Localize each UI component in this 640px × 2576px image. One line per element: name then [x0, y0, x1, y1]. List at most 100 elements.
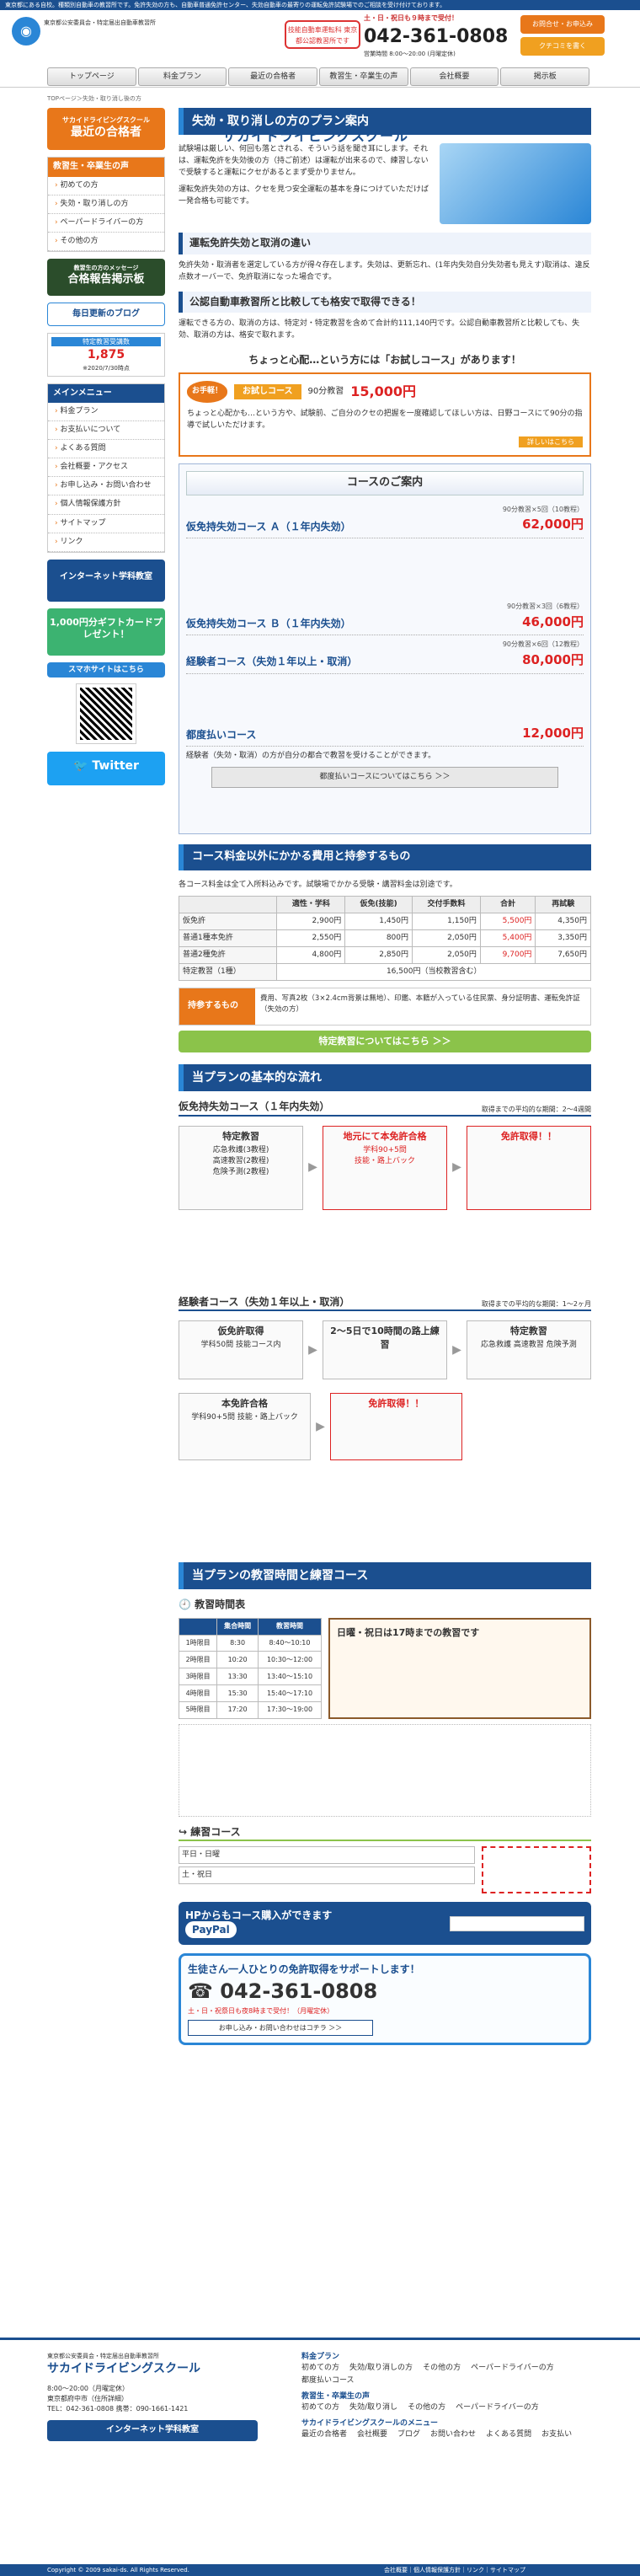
- footer-link[interactable]: 会社概要: [357, 2429, 387, 2440]
- footer-link[interactable]: 初めての方: [301, 2363, 339, 2374]
- sched-th: 集合時間: [216, 1617, 259, 1636]
- clock-icon: 🕘: [179, 1599, 191, 1611]
- apply-button[interactable]: お問合せ・お申込み: [520, 15, 605, 34]
- flow-b-steps-2: 本免許合格 学科90+5問 技能・路上バック ▶ 免許取得！！: [179, 1389, 591, 1465]
- phone-number[interactable]: 042-361-0808: [364, 24, 515, 51]
- menu-item-payment[interactable]: お支払いについて: [48, 421, 164, 441]
- menu-item-contact[interactable]: お申し込み・お問い合わせ: [48, 477, 164, 496]
- review-button[interactable]: クチコミを書く: [520, 37, 605, 56]
- footer-link[interactable]: 失効/取り消しの方: [349, 2363, 413, 2374]
- nav-passers[interactable]: 最近の合格者: [228, 67, 318, 86]
- net-classroom-banner[interactable]: インターネット学科教室: [47, 559, 165, 602]
- nav-top[interactable]: トップページ: [47, 67, 136, 86]
- flow-step: 地元にて本免許合格 学科90+5問 技能・路上バック: [322, 1125, 448, 1210]
- passers-banner[interactable]: サカイドライビングスクール 最近の合格者: [47, 108, 165, 150]
- menu-item-sitemap[interactable]: サイトマップ: [48, 515, 164, 533]
- trial-link[interactable]: 詳しいはこちら: [519, 436, 583, 447]
- bring-box: 持参するもの 費用、写真2枚（3×2.4cm背景は無地）、印鑑、本籍が入っている…: [179, 988, 591, 1026]
- schedule-table: 集合時間 教習時間 1時限目 8:30 8:40～10:10 2時限目 10:20 10:…: [178, 1617, 323, 1719]
- site-logo[interactable]: 東京都公安委員会・特定届出自動車教習所 サカイドライビングスクール: [44, 19, 408, 144]
- fees-cell: 9,700円: [479, 946, 536, 965]
- fees-cell: 4,800円: [276, 946, 346, 965]
- voices-item-paper[interactable]: ペーパードライバーの方: [48, 214, 164, 233]
- contact-banner-button[interactable]: お申し込み・お問い合わせはコチラ ＞＞: [188, 2019, 373, 2037]
- footer-link[interactable]: 最近の合格者: [301, 2429, 347, 2440]
- footer-tel: TEL：042-361-0808 携帯：090-1661-1421: [47, 2404, 189, 2413]
- menu-item-privacy[interactable]: 個人情報保護方針: [48, 495, 164, 515]
- sched-cell: 15:30: [216, 1684, 259, 1702]
- nav-board[interactable]: 掲示板: [500, 67, 590, 86]
- flow-a-notes: [179, 1219, 591, 1295]
- footer-link[interactable]: その他の方: [423, 2363, 461, 2374]
- voices-item-other[interactable]: その他の方: [48, 233, 164, 251]
- menu-item-faq[interactable]: よくある質問: [48, 440, 164, 459]
- plan-d: 都度払いコース 12,000円: [186, 721, 584, 747]
- board-banner[interactable]: 教習生の方のメッセージ 合格報告掲示板: [47, 258, 165, 296]
- trial-price: 15,000円: [350, 383, 416, 400]
- blog-banner[interactable]: 毎日更新のブログ: [47, 302, 165, 326]
- nav-plan[interactable]: 料金プラン: [137, 67, 227, 86]
- plan-b: 仮免持失効コース Ｂ（１年内失効） 90分教習×3回（6教程） 46,000円: [186, 597, 584, 636]
- schedule-notes: [179, 1723, 591, 1817]
- nav-company[interactable]: 会社概要: [409, 67, 499, 86]
- copyright-bar: Copyright © 2009 sakai-ds. All Rights Re…: [0, 2564, 640, 2576]
- footer-link[interactable]: ペーパードライバーの方: [456, 2402, 539, 2413]
- fees-th: 再試験: [535, 896, 591, 914]
- breadcrumb[interactable]: TOPページ＞失効・取り消し後の方: [47, 94, 141, 103]
- footer-link[interactable]: その他の方: [408, 2402, 445, 2413]
- contact-banner-phone[interactable]: ☎ 042-361-0808: [188, 1977, 582, 2006]
- site-header: 東京都にある自校。種類別自動車の教習所です。免許失効の方も、自動車普通免許センタ…: [0, 0, 640, 144]
- footer-link[interactable]: よくある質問: [486, 2429, 531, 2440]
- nav-voices[interactable]: 教習生・卒業生の声: [319, 67, 408, 86]
- twitter-icon: 🐦: [73, 758, 88, 773]
- voices-item-expired[interactable]: 失効・取り消しの方: [48, 195, 164, 214]
- intro-block: 試験場は厳しい、何回も落とされる、そういう話を聞き耳にします。それは、運転免許を…: [179, 143, 591, 225]
- sched-cell: 13:30: [216, 1668, 259, 1685]
- fees-th: [178, 896, 278, 914]
- footer-link[interactable]: ペーパードライバーの方: [471, 2363, 554, 2374]
- mobile-banner[interactable]: スマホサイトはこちら: [47, 661, 165, 677]
- flow-b-header: 経験者コース（失効１年以上・取消） 取得までの平均的な期間：1～2ヶ月: [179, 1295, 591, 1311]
- footer-col-plan: 料金プラン: [301, 2353, 340, 2361]
- voices-menu-title: 教習生・卒業生の声: [48, 158, 164, 177]
- plan-a-name: 仮免持失効コース Ａ（１年内失効）: [186, 520, 351, 533]
- sched-cell: 13:40～15:10: [257, 1668, 323, 1685]
- paypal-select[interactable]: [450, 1915, 584, 1931]
- footer-link[interactable]: ブログ: [397, 2429, 420, 2440]
- intro-text: 試験場は厳しい、何回も落とされる、そういう話を聞き耳にします。それは、運転免許を…: [179, 145, 429, 178]
- menu-item-company[interactable]: 会社概要・アクセス: [48, 458, 164, 478]
- footer-link[interactable]: 都度払いコース: [301, 2375, 355, 2386]
- twitter-banner[interactable]: 🐦 Twitter: [47, 751, 165, 785]
- header-buttons: お問合せ・お申込み クチコミを書く: [520, 15, 605, 59]
- sidebar: サカイドライビングスクール 最近の合格者 教習生・卒業生の声 初めての方 失効・…: [47, 108, 165, 792]
- schedule-subtitle-text: 教習時間表: [195, 1599, 246, 1611]
- practice-heading-text: 練習コース: [190, 1825, 241, 1838]
- course-box-title: コースのご案内: [186, 471, 584, 495]
- sched-th: [178, 1617, 218, 1636]
- gift-banner[interactable]: 1,000円分ギフトカードプレゼント！: [47, 608, 165, 656]
- footer-net-button[interactable]: インターネット学科教室: [47, 2420, 258, 2441]
- footer-col-menu: サカイドライビングスクールのメニュー: [301, 2419, 439, 2429]
- footer-link[interactable]: お支払い: [541, 2429, 572, 2440]
- voices-item-first[interactable]: 初めての方: [48, 177, 164, 195]
- business-hours: 営業時間 8:00～20:00 (月曜定休): [364, 51, 456, 58]
- sched-cell: 17:20: [216, 1700, 259, 1719]
- arrow-right-icon: ▶: [308, 1342, 317, 1357]
- schedule-note: 日曜・祝日は17時までの教習です: [328, 1617, 591, 1719]
- table-row: 特定教習（1種） 16,500円（当校教習含む）: [178, 963, 591, 982]
- menu-item-plan[interactable]: 料金プラン: [48, 403, 164, 422]
- plan-b-hours: 90分教習×3回（6教程）: [506, 602, 584, 611]
- fees-th: 仮免(技能): [344, 896, 413, 914]
- certified-badge: 技能自動車運転科 東京都公認教習所です: [285, 20, 360, 49]
- logo-subtitle: 東京都公安委員会・特定届出自動車教習所: [44, 19, 156, 26]
- practice-row-holiday: 土・祝日: [179, 1866, 475, 1885]
- special-course-button[interactable]: 特定教習についてはこちら ＞＞: [179, 1030, 591, 1052]
- footer-address: 東京都府中市（住所詳細）: [47, 2395, 128, 2403]
- plan-d-button[interactable]: 都度払いコースについてはこちら ＞＞: [211, 767, 558, 789]
- footer-link[interactable]: 初めての方: [301, 2402, 339, 2413]
- menu-item-link[interactable]: リンク: [48, 533, 164, 552]
- schedule-heading: 当プランの教習時間と練習コース: [179, 1562, 591, 1590]
- footer-bottom-links[interactable]: 会社概要｜個人情報保護方針｜リンク｜サイトマップ: [384, 2566, 525, 2574]
- footer-link[interactable]: 失効/取り消し: [349, 2402, 397, 2413]
- footer-link[interactable]: お問い合わせ: [430, 2429, 476, 2440]
